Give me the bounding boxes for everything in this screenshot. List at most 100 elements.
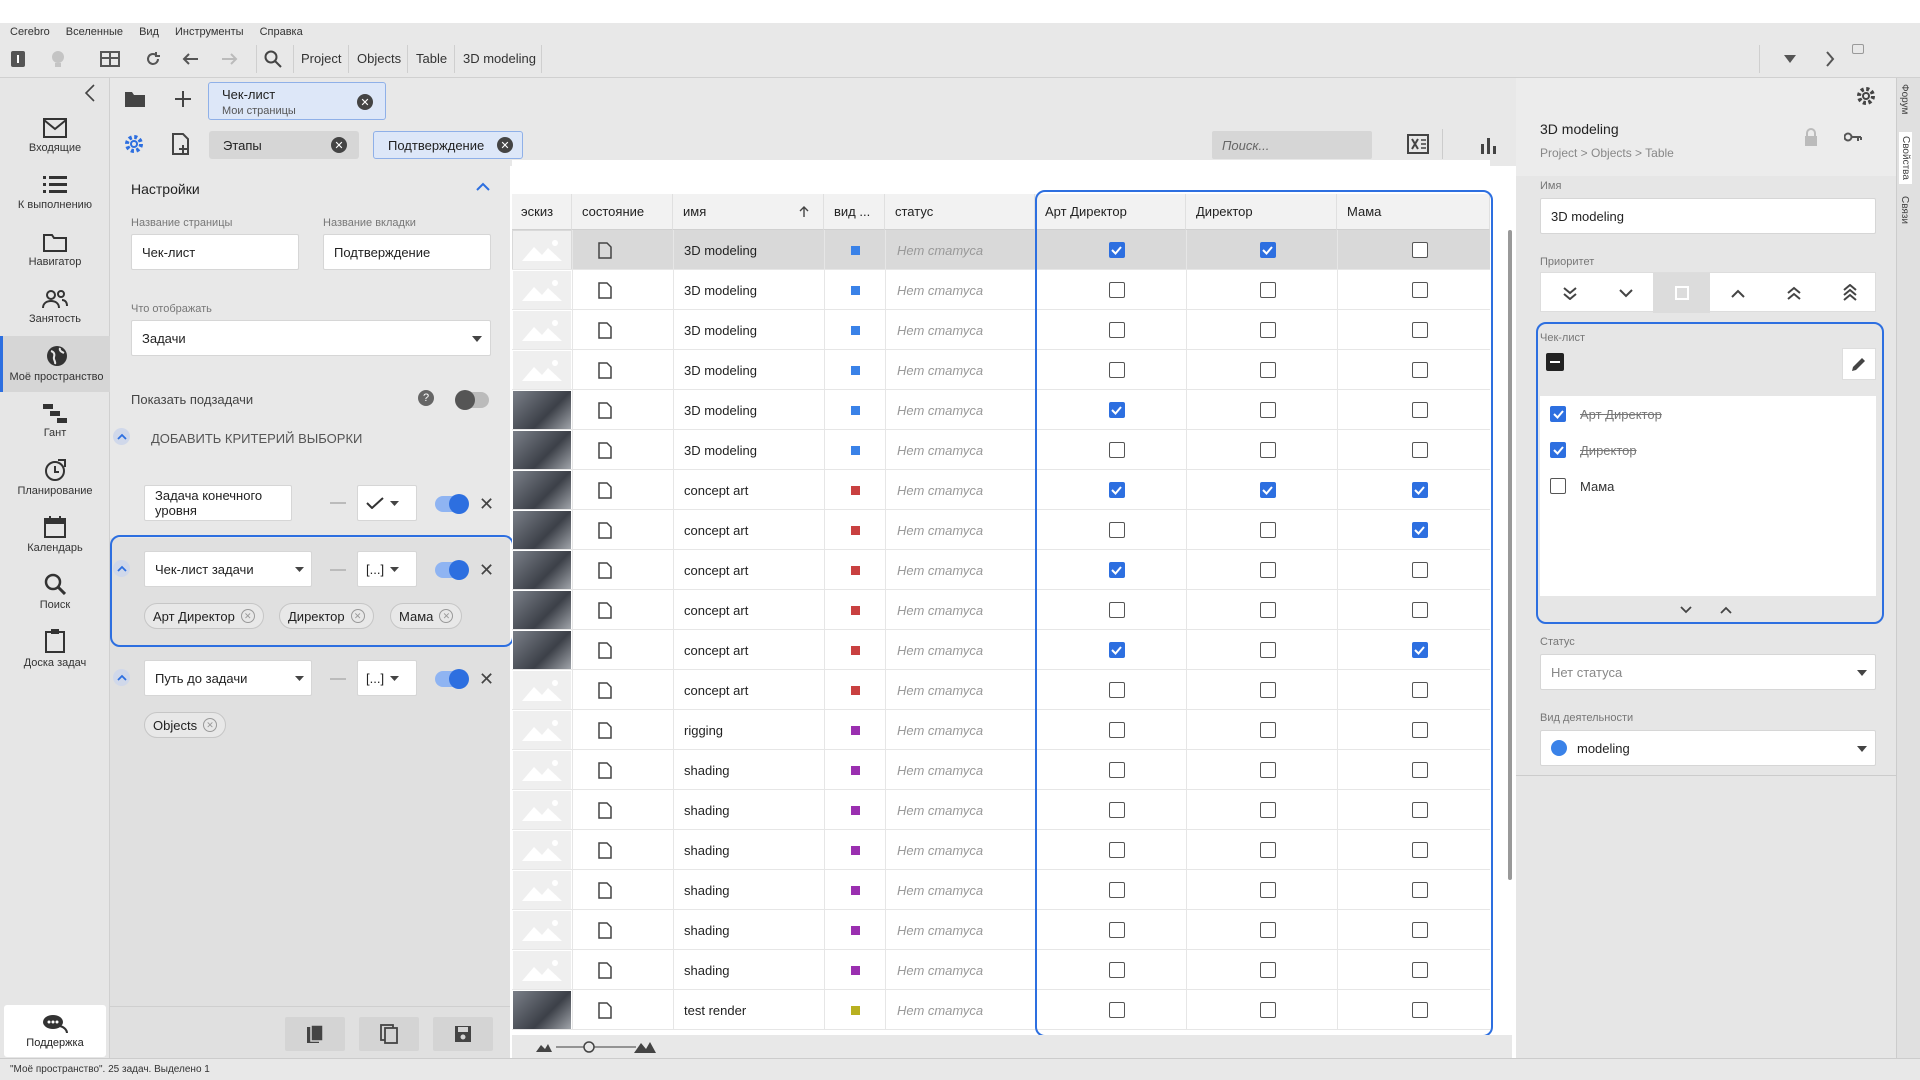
art-director-checkbox[interactable] — [1108, 1002, 1125, 1018]
criterion-level-field[interactable]: Задача конечного уровня — [144, 485, 292, 521]
art-director-checkbox[interactable] — [1108, 482, 1125, 498]
nav-my-space[interactable]: Моё пространство — [0, 336, 110, 392]
table-row[interactable]: 3D modeling Нет статуса — [512, 310, 1490, 350]
name-cell[interactable]: shading — [673, 750, 824, 790]
back-icon[interactable] — [180, 49, 200, 69]
search-icon[interactable] — [263, 49, 283, 69]
remove-criterion-icon[interactable]: ✕ — [479, 561, 494, 579]
thumbnail[interactable] — [512, 470, 572, 510]
menu-item[interactable]: Инструменты — [175, 26, 244, 38]
page-tab-checklist[interactable]: Чек-лист Мои страницы ✕ — [208, 82, 386, 120]
subtab-stages[interactable]: Этапы ✕ — [209, 131, 359, 159]
status-cell[interactable]: Нет статуса — [885, 790, 1035, 830]
tab-name-input[interactable]: Подтверждение — [323, 234, 491, 270]
side-tab-properties[interactable]: Свойства — [1899, 132, 1912, 184]
checklist-item[interactable]: Директор — [1550, 442, 1637, 458]
edit-checklist-button[interactable] — [1842, 348, 1876, 380]
thumbnail[interactable] — [512, 590, 572, 630]
criterion-operator-select[interactable]: [...] — [357, 551, 417, 587]
criterion-toggle[interactable] — [435, 494, 469, 514]
thumb-size-slider[interactable] — [556, 1041, 636, 1053]
name-cell[interactable]: 3D modeling — [673, 310, 824, 350]
excel-icon[interactable] — [1407, 134, 1429, 154]
save-button[interactable] — [433, 1017, 493, 1051]
criterion-operator-select[interactable] — [357, 485, 417, 521]
director-checkbox[interactable] — [1259, 962, 1276, 978]
thumbnail[interactable] — [512, 390, 572, 430]
thumbnail[interactable] — [512, 710, 572, 750]
criterion-toggle[interactable] — [435, 560, 469, 580]
priority-high-icon[interactable] — [1709, 273, 1766, 313]
col-header-art-director[interactable]: Арт Директор — [1035, 194, 1186, 230]
priority-highest-icon[interactable] — [1821, 273, 1878, 313]
search-input[interactable]: Поиск... — [1212, 131, 1372, 159]
chevron-up-icon[interactable] — [1720, 606, 1732, 614]
small-image-icon[interactable] — [536, 1041, 552, 1052]
add-icon[interactable] — [174, 90, 192, 108]
menu-item[interactable]: Вид — [139, 26, 159, 38]
mama-checkbox[interactable] — [1411, 1002, 1428, 1018]
nav-task-board[interactable]: Доска задач — [0, 621, 110, 677]
director-checkbox[interactable] — [1259, 322, 1276, 338]
art-director-checkbox[interactable] — [1108, 962, 1125, 978]
table-row[interactable]: shading Нет статуса — [512, 950, 1490, 990]
thumbnail[interactable] — [512, 670, 572, 710]
status-cell[interactable]: Нет статуса — [885, 310, 1035, 350]
breadcrumb-table[interactable]: Table — [416, 51, 447, 66]
chevron-up-icon[interactable] — [476, 182, 490, 192]
director-checkbox[interactable] — [1259, 562, 1276, 578]
director-checkbox[interactable] — [1259, 602, 1276, 618]
thumbnail[interactable] — [512, 350, 572, 390]
mama-checkbox[interactable] — [1411, 602, 1428, 618]
status-cell[interactable]: Нет статуса — [885, 430, 1035, 470]
art-director-checkbox[interactable] — [1108, 522, 1125, 538]
nav-calendar[interactable]: Календарь — [0, 507, 110, 563]
table-row[interactable]: shading Нет статуса — [512, 870, 1490, 910]
priority-low-icon[interactable] — [1597, 273, 1654, 313]
lock-icon[interactable] — [1804, 128, 1818, 146]
status-cell[interactable]: Нет статуса — [885, 350, 1035, 390]
support-button[interactable]: Поддержка — [4, 1005, 106, 1057]
status-cell[interactable]: Нет статуса — [885, 390, 1035, 430]
scrollbar[interactable] — [1508, 230, 1512, 880]
mama-checkbox[interactable] — [1411, 842, 1428, 858]
nav-todo[interactable]: К выполнению — [0, 165, 110, 221]
art-director-checkbox[interactable] — [1108, 442, 1125, 458]
info-icon[interactable] — [8, 49, 28, 69]
art-director-checkbox[interactable] — [1108, 602, 1125, 618]
table-row[interactable]: 3D modeling Нет статуса — [512, 230, 1490, 270]
folder-icon[interactable] — [124, 90, 146, 108]
art-director-checkbox[interactable] — [1108, 322, 1125, 338]
priority-normal-icon[interactable] — [1653, 273, 1710, 313]
key-icon[interactable] — [1844, 132, 1862, 142]
director-checkbox[interactable] — [1259, 762, 1276, 778]
forward-icon[interactable] — [220, 49, 240, 69]
page-name-input[interactable]: Чек-лист — [131, 234, 299, 270]
director-checkbox[interactable] — [1259, 722, 1276, 738]
table-row[interactable]: rigging Нет статуса — [512, 710, 1490, 750]
close-icon[interactable]: ✕ — [497, 137, 513, 153]
col-header-state[interactable]: состояние — [572, 194, 673, 230]
close-icon[interactable]: ✕ — [439, 609, 454, 623]
close-icon[interactable]: ✕ — [350, 609, 365, 623]
table-row[interactable]: 3D modeling Нет статуса — [512, 270, 1490, 310]
mama-checkbox[interactable] — [1411, 402, 1428, 418]
table-row[interactable]: shading Нет статуса — [512, 830, 1490, 870]
status-cell[interactable]: Нет статуса — [885, 750, 1035, 790]
criterion-path-select[interactable]: Путь до задачи — [144, 660, 312, 696]
close-icon[interactable]: ✕ — [331, 137, 347, 153]
thumbnail[interactable] — [512, 430, 572, 470]
table-row[interactable]: concept art Нет статуса — [512, 550, 1490, 590]
nav-occupancy[interactable]: Занятость — [0, 279, 110, 335]
table-row[interactable]: shading Нет статуса — [512, 910, 1490, 950]
director-checkbox[interactable] — [1259, 642, 1276, 658]
checklist-collapse-icon[interactable] — [1546, 353, 1564, 371]
status-cell[interactable]: Нет статуса — [885, 710, 1035, 750]
director-checkbox[interactable] — [1259, 682, 1276, 698]
name-cell[interactable]: concept art — [673, 670, 824, 710]
art-director-checkbox[interactable] — [1108, 922, 1125, 938]
mama-checkbox[interactable] — [1411, 362, 1428, 378]
art-director-checkbox[interactable] — [1108, 282, 1125, 298]
nav-search[interactable]: Поиск — [0, 564, 110, 620]
status-cell[interactable]: Нет статуса — [885, 910, 1035, 950]
